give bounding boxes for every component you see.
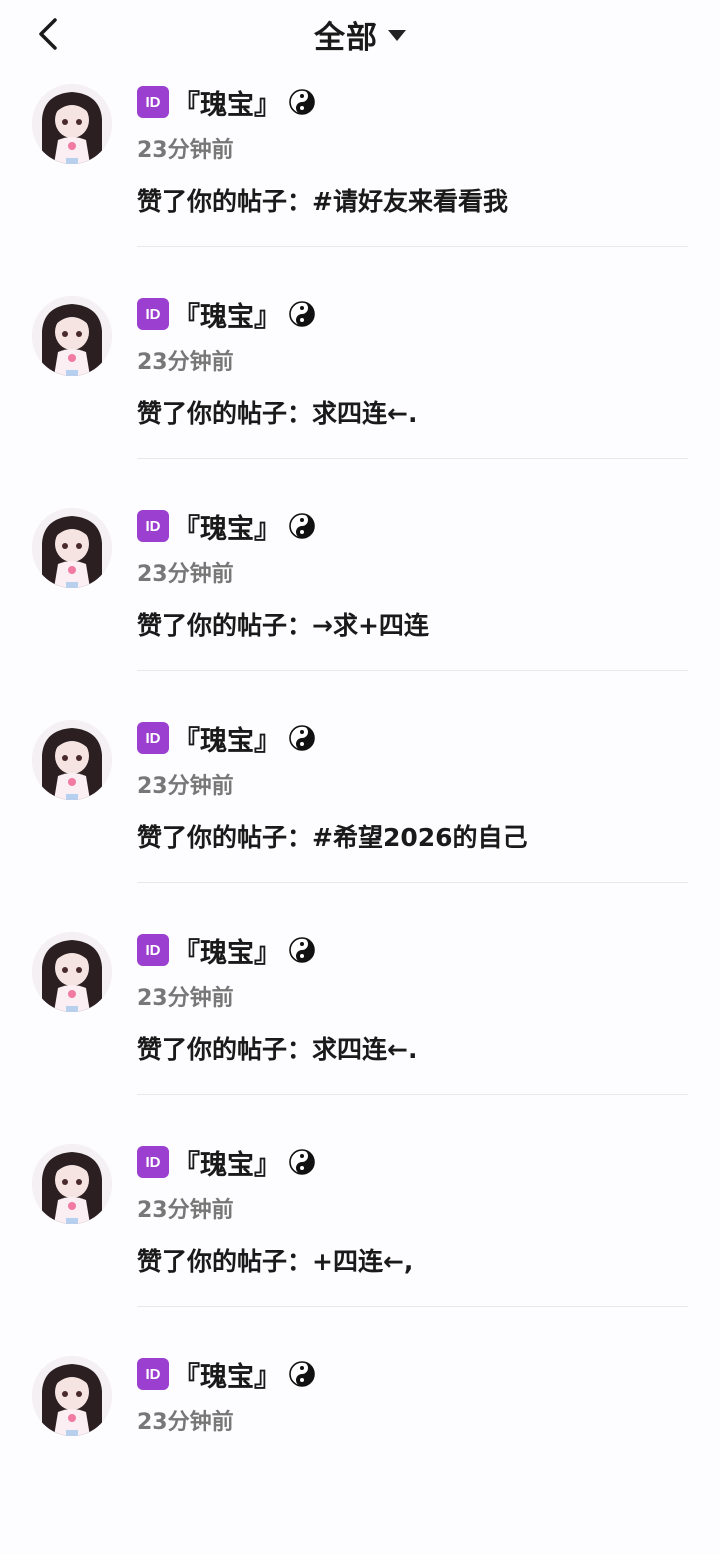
user-name[interactable]: 『瑰宝』 [173,83,281,122]
divider [137,1306,688,1307]
top-bar: 全部 [0,0,720,70]
avatar[interactable] [32,1144,112,1224]
divider [137,458,688,459]
notification-item[interactable]: ID 『瑰宝』 23分钟前 赞了你的帖子：→求+四连 [0,494,720,706]
notification-item[interactable]: ID 『瑰宝』 23分钟前 赞了你的帖子：#希望2026的自己 [0,706,720,918]
timestamp: 23分钟前 [137,562,234,587]
avatar[interactable] [32,84,112,164]
yin-yang-icon [289,513,315,539]
user-name-row: ID 『瑰宝』 [137,83,315,122]
notification-text[interactable]: 赞了你的帖子：+四连←, [137,1242,413,1278]
avatar[interactable] [32,932,112,1012]
divider [137,246,688,247]
timestamp: 23分钟前 [137,774,234,799]
avatar[interactable] [32,720,112,800]
user-name-row: ID 『瑰宝』 [137,1355,315,1394]
notification-item[interactable]: ID 『瑰宝』 23分钟前 赞了你的帖子：求四连←. [0,918,720,1130]
notification-text[interactable]: 赞了你的帖子：#希望2026的自己 [137,818,528,854]
yin-yang-icon [289,1149,315,1175]
notification-text[interactable]: 赞了你的帖子：→求+四连 [137,606,429,642]
notification-item[interactable]: ID 『瑰宝』 23分钟前 赞了你的帖子：#请好友来看看我 [0,70,720,282]
timestamp: 23分钟前 [137,138,234,163]
notification-text[interactable]: 赞了你的帖子：#请好友来看看我 [137,182,508,218]
yin-yang-icon [289,937,315,963]
notification-item[interactable]: ID 『瑰宝』 23分钟前 [0,1342,720,1554]
user-name-row: ID 『瑰宝』 [137,719,315,758]
divider [137,670,688,671]
timestamp: 23分钟前 [137,1198,234,1223]
timestamp: 23分钟前 [137,1410,234,1435]
filter-dropdown[interactable]: 全部 [0,12,720,56]
user-name[interactable]: 『瑰宝』 [173,931,281,970]
user-name[interactable]: 『瑰宝』 [173,1355,281,1394]
timestamp: 23分钟前 [137,350,234,375]
user-name[interactable]: 『瑰宝』 [173,507,281,546]
caret-down-icon [388,30,406,41]
avatar[interactable] [32,508,112,588]
user-name-row: ID 『瑰宝』 [137,295,315,334]
avatar[interactable] [32,296,112,376]
yin-yang-icon [289,1361,315,1387]
notification-item[interactable]: ID 『瑰宝』 23分钟前 赞了你的帖子：+四连←, [0,1130,720,1342]
id-badge-icon: ID [137,86,169,118]
yin-yang-icon [289,725,315,751]
user-name-row: ID 『瑰宝』 [137,931,315,970]
page-title: 全部 [314,19,378,56]
notification-list: ID 『瑰宝』 23分钟前 赞了你的帖子：#请好友来看看我 ID 『瑰宝』 23… [0,70,720,1554]
id-badge-icon: ID [137,1358,169,1390]
yin-yang-icon [289,301,315,327]
notification-text[interactable]: 赞了你的帖子：求四连←. [137,1030,417,1066]
id-badge-icon: ID [137,510,169,542]
avatar[interactable] [32,1356,112,1436]
user-name[interactable]: 『瑰宝』 [173,295,281,334]
id-badge-icon: ID [137,934,169,966]
notification-text[interactable]: 赞了你的帖子：求四连←. [137,394,417,430]
user-name[interactable]: 『瑰宝』 [173,719,281,758]
user-name-row: ID 『瑰宝』 [137,507,315,546]
yin-yang-icon [289,89,315,115]
notification-item[interactable]: ID 『瑰宝』 23分钟前 赞了你的帖子：求四连←. [0,282,720,494]
user-name-row: ID 『瑰宝』 [137,1143,315,1182]
id-badge-icon: ID [137,722,169,754]
timestamp: 23分钟前 [137,986,234,1011]
id-badge-icon: ID [137,1146,169,1178]
id-badge-icon: ID [137,298,169,330]
user-name[interactable]: 『瑰宝』 [173,1143,281,1182]
divider [137,1094,688,1095]
divider [137,882,688,883]
